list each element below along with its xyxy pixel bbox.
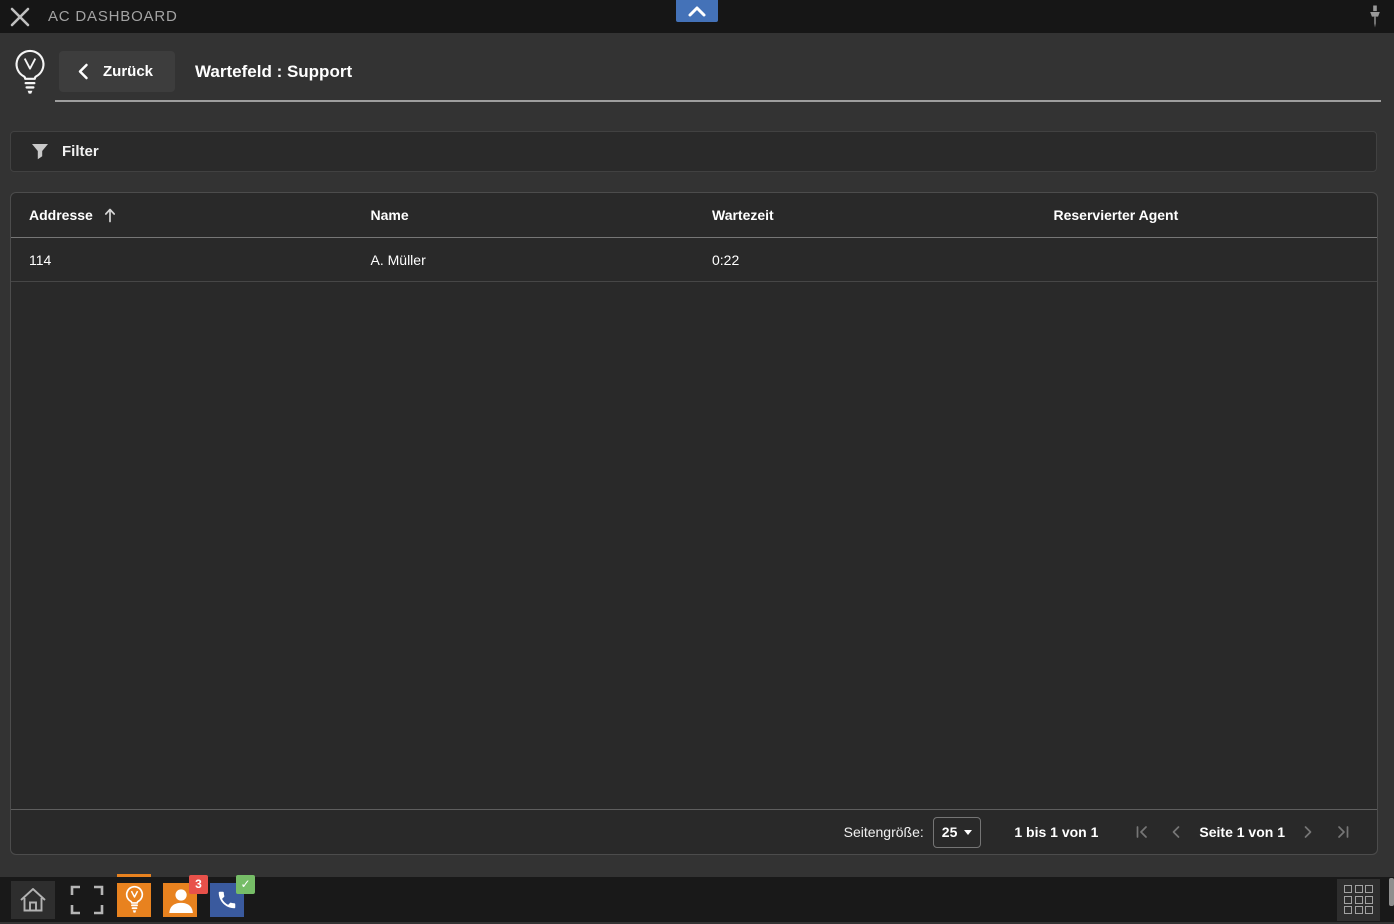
column-label: Name bbox=[371, 207, 409, 223]
close-icon[interactable] bbox=[7, 4, 33, 30]
column-label: Addresse bbox=[29, 207, 93, 223]
last-page-button[interactable] bbox=[1333, 822, 1353, 842]
lightbulb-icon bbox=[125, 885, 144, 914]
previous-page-button[interactable] bbox=[1166, 822, 1186, 842]
page-size-select[interactable]: 25 bbox=[933, 817, 982, 848]
home-icon bbox=[18, 886, 48, 914]
pagination-bar: Seitengröße: 25 1 bis 1 von 1 Seite 1 vo… bbox=[11, 809, 1377, 854]
cell-name: A. Müller bbox=[353, 252, 695, 268]
page-size-value: 25 bbox=[942, 824, 958, 840]
chevron-down-icon bbox=[964, 830, 972, 835]
dashboard-tile-active[interactable] bbox=[117, 883, 151, 917]
next-page-icon bbox=[1301, 825, 1315, 839]
cell-addresse: 114 bbox=[11, 252, 353, 268]
back-button-label: Zurück bbox=[103, 63, 153, 80]
range-text: 1 bis 1 von 1 bbox=[1014, 824, 1098, 840]
page-size-label: Seitengröße: bbox=[844, 824, 924, 840]
phone-tile[interactable]: ✓ bbox=[210, 883, 244, 917]
page-title: Wartefeld : Support bbox=[195, 62, 352, 82]
lightbulb-icon bbox=[13, 48, 47, 98]
table-empty-space bbox=[11, 282, 1377, 809]
column-label: Reservierter Agent bbox=[1054, 207, 1179, 223]
title-bar: AC DASHBOARD bbox=[0, 0, 1394, 33]
filter-bar[interactable]: Filter bbox=[10, 131, 1377, 172]
filter-label: Filter bbox=[62, 143, 99, 160]
page-header: Zurück Wartefeld : Support bbox=[0, 33, 1394, 110]
fullscreen-button[interactable] bbox=[70, 885, 104, 915]
collapse-panel-button[interactable] bbox=[676, 0, 718, 22]
next-page-button[interactable] bbox=[1298, 822, 1318, 842]
column-label: Wartezeit bbox=[712, 207, 774, 223]
column-header-wartezeit[interactable]: Wartezeit bbox=[694, 207, 1036, 223]
first-page-icon bbox=[1134, 825, 1149, 839]
apps-grid-icon bbox=[1344, 885, 1373, 914]
last-page-icon bbox=[1336, 825, 1351, 839]
header-divider bbox=[55, 100, 1381, 102]
chevron-left-icon bbox=[77, 63, 89, 80]
column-header-addresse[interactable]: Addresse bbox=[11, 207, 353, 223]
pin-icon[interactable] bbox=[1368, 5, 1382, 28]
column-header-reservierter-agent[interactable]: Reservierter Agent bbox=[1036, 207, 1378, 223]
scrollbar-thumb[interactable] bbox=[1389, 878, 1394, 906]
home-button[interactable] bbox=[11, 881, 55, 919]
first-page-button[interactable] bbox=[1131, 822, 1151, 842]
phone-status-badge: ✓ bbox=[236, 875, 255, 894]
table-header-row: Addresse Name Wartezeit Reservierter Age… bbox=[11, 193, 1377, 238]
column-header-name[interactable]: Name bbox=[353, 207, 695, 223]
previous-page-icon bbox=[1169, 825, 1183, 839]
page-indicator: Seite 1 von 1 bbox=[1199, 824, 1285, 840]
sort-ascending-icon bbox=[103, 207, 117, 223]
chevron-up-icon bbox=[686, 4, 708, 18]
app-title: AC DASHBOARD bbox=[48, 8, 178, 25]
back-button[interactable]: Zurück bbox=[59, 51, 175, 92]
fullscreen-icon bbox=[70, 885, 104, 915]
close-x-glyph bbox=[9, 6, 31, 28]
phone-icon bbox=[216, 889, 238, 911]
queue-table: Addresse Name Wartezeit Reservierter Age… bbox=[10, 192, 1378, 855]
taskbar: 3 ✓ bbox=[0, 877, 1394, 924]
active-tab-indicator bbox=[117, 874, 151, 877]
table-row[interactable]: 114 A. Müller 0:22 bbox=[11, 238, 1377, 282]
cell-wartezeit: 0:22 bbox=[694, 252, 1036, 268]
funnel-icon bbox=[31, 143, 49, 160]
contacts-tile[interactable]: 3 bbox=[163, 883, 197, 917]
pushpin-glyph bbox=[1368, 5, 1382, 28]
apps-grid-button[interactable] bbox=[1337, 879, 1380, 921]
contacts-badge: 3 bbox=[189, 875, 208, 894]
